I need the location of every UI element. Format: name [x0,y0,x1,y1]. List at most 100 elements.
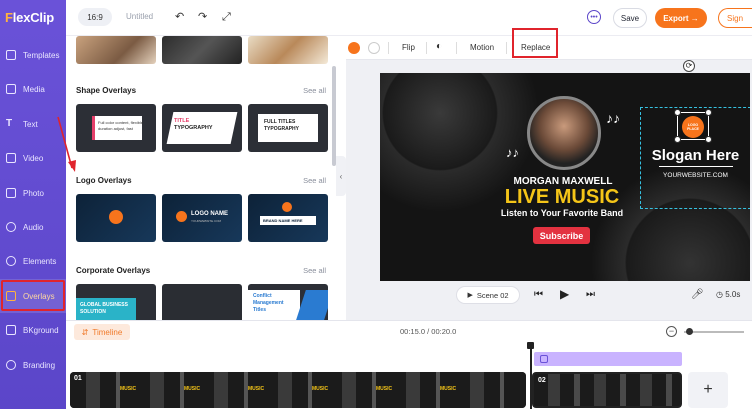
color-swatch-orange[interactable] [348,42,360,54]
sidebar-item-video[interactable]: Video [0,141,66,175]
photo-overlay-thumb[interactable] [162,36,242,64]
text-icon: T [6,118,13,129]
see-all-logo-overlays[interactable]: See all [303,176,326,185]
shape-overlay-thumb[interactable]: Full color content, flexible duration ad… [76,104,156,152]
scene-clip-01[interactable]: MUSIC MUSIC MUSIC MUSIC MUSIC MUSIC 01 [70,372,526,408]
toolbar-divider [506,42,507,54]
logo-overlay-thumb[interactable]: BRAND NAME HERE [248,194,328,242]
music-note-icon: ♪♪ [606,110,620,126]
photo-overlay-thumb[interactable] [248,36,328,64]
previous-scene-icon[interactable]: ⏮ [534,290,543,300]
play-small-icon: ▶ [467,292,473,299]
flexclip-editor: FlexClip Templates Media T Text Video Ph… [0,0,752,409]
tagline[interactable]: Listen to Your Favorite Band [380,208,744,218]
highlight-box-replace [512,28,558,58]
timeline-toggle[interactable]: ⇵ Timeline [74,324,130,340]
see-all-shape-overlays[interactable]: See all [303,86,326,95]
play-icon[interactable]: ▶ [560,288,569,300]
shape-overlay-thumb[interactable]: TITLE TYPOGRAPHY [162,104,242,152]
rotate-handle-icon[interactable]: ⟳ [683,60,695,72]
zoom-out-icon[interactable]: − [666,326,677,337]
branding-icon [6,360,16,370]
opacity-icon[interactable]: ◐ [436,41,442,52]
folder-icon [6,84,16,94]
slogan-text[interactable]: Slogan Here [641,147,750,164]
top-bar: 16:9 Untitled ↶ ↷ ⤢ ••• Save Export → Si… [66,0,752,36]
save-button[interactable]: Save [613,8,647,28]
logo-overlay-selection[interactable]: LOGO PLACE Slogan Here YOURWEBSITE.COM [640,107,750,209]
editor-area: Flip ◐ Motion Replace ♪♪ ♪♪ MORGAN MAXWE… [346,28,752,320]
toolbar-divider [388,42,389,54]
timeline-icon: ⇵ [81,327,89,337]
grid-icon [6,50,16,60]
timeline: ⇵ Timeline 00:15.0 / 00:20.0 − MUSIC MUS… [66,320,752,409]
add-scene-button[interactable]: + [688,372,728,408]
section-title-logo-overlays: Logo Overlays [76,176,132,185]
shape-overlay-thumb[interactable]: FULL TITLES TYPOGRAPHY [248,104,328,152]
chat-icon[interactable]: ••• [587,10,601,24]
sign-in-button[interactable]: Sign [718,8,752,28]
singer-photo [527,96,601,170]
sidebar-item-audio[interactable]: Audio [0,210,66,244]
corporate-overlay-thumb[interactable]: GLOBAL BUSINESS SOLUTION [76,284,156,320]
music-note-icon: ♪♪ [506,145,519,160]
see-all-corporate-overlays[interactable]: See all [303,266,326,275]
scene-clip-02[interactable]: 02 [532,372,682,408]
fullscreen-icon[interactable]: ⤢ [222,11,231,23]
sidebar-item-text[interactable]: T Text [0,107,66,141]
playhead[interactable] [530,343,532,409]
sidebar-item-photo[interactable]: Photo [0,176,66,210]
overlay-track-icon [540,355,548,363]
resize-handle[interactable] [674,109,681,116]
sidebar-item-templates[interactable]: Templates [0,38,66,72]
clock-icon: ◷ [716,290,726,299]
music-icon [6,222,16,232]
next-scene-icon[interactable]: ⏭ [586,290,595,300]
aspect-ratio-button[interactable]: 16:9 [78,8,112,26]
project-title[interactable]: Untitled [126,12,153,21]
overlay-track-bar[interactable] [534,352,682,366]
highlight-box-overlays [1,280,65,311]
sidebar-item-media[interactable]: Media [0,72,66,106]
flip-button[interactable]: Flip [402,43,415,52]
sidebar-item-elements[interactable]: Elements [0,244,66,278]
background-icon [6,325,16,335]
photo-overlay-thumb[interactable] [76,36,156,64]
playhead-handle[interactable] [527,342,534,349]
logo-overlay-thumb[interactable]: LOGO NAME YOURWEBSITE.COM [162,194,242,242]
video-icon [6,153,16,163]
shapes-icon [6,256,16,266]
sidebar-item-bkground[interactable]: BKground [0,313,66,347]
logo-place-text: LOGO PLACE [687,123,699,131]
website-text[interactable]: YOURWEBSITE.COM [641,172,750,179]
video-canvas[interactable]: ♪♪ ♪♪ MORGAN MAXWELL LIVE MUSIC Listen t… [380,73,750,281]
chevron-left-icon: ‹ [339,171,343,181]
section-title-corporate-overlays: Corporate Overlays [76,266,151,275]
photo-icon [6,188,16,198]
export-button[interactable]: Export → [655,8,707,28]
microphone-icon[interactable]: 🎤︎ [691,290,704,300]
toolbar-divider [426,42,427,54]
collapse-panel-button[interactable]: ‹ [336,156,346,196]
scene-duration[interactable]: ◷ 5.0s [716,290,740,299]
resize-handle[interactable] [705,109,712,116]
clip-number: 02 [538,377,546,384]
resize-handle[interactable] [705,136,712,143]
flexclip-logo[interactable]: FlexClip [5,10,65,26]
undo-icon[interactable]: ↶ [175,11,184,23]
left-sidebar: FlexClip Templates Media T Text Video Ph… [0,0,66,409]
zoom-slider-handle[interactable] [686,328,693,335]
redo-icon[interactable]: ↷ [198,11,207,23]
subscribe-button[interactable]: Subscribe [533,227,590,244]
sidebar-item-branding[interactable]: Branding [0,348,66,382]
resize-handle[interactable] [674,136,681,143]
motion-button[interactable]: Motion [470,43,494,52]
corporate-overlay-thumb[interactable] [162,284,242,320]
scene-selector[interactable]: ▶ Scene 02 [456,286,520,304]
panel-scrollbar[interactable] [332,66,336,166]
logo-overlay-thumb[interactable] [76,194,156,242]
corporate-overlay-thumb[interactable]: Conflict Management Titles [248,284,328,320]
section-title-shape-overlays: Shape Overlays [76,86,137,95]
zoom-slider[interactable] [684,331,744,333]
color-swatch-white[interactable] [368,42,380,54]
